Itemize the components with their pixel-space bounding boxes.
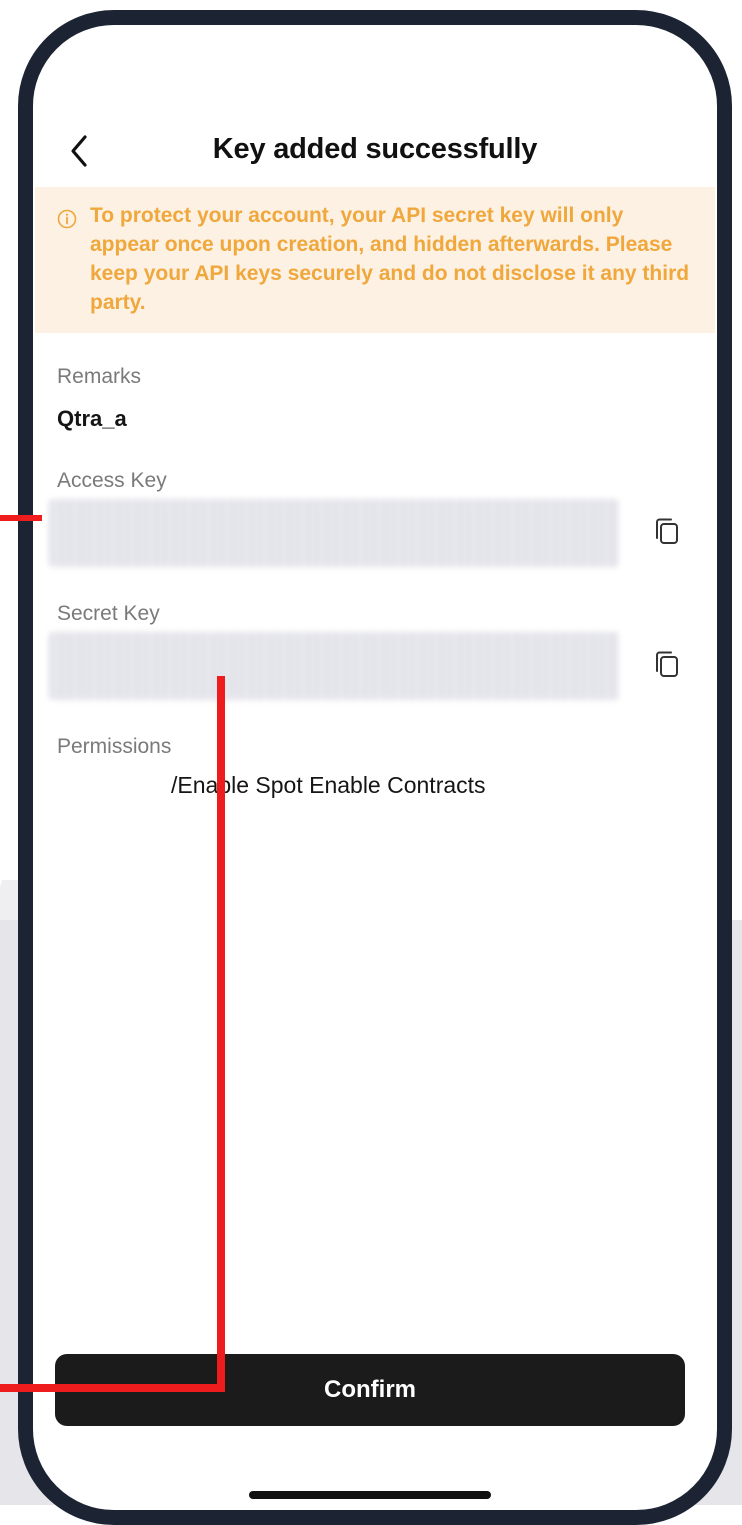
header: Key added successfully [33,121,717,181]
remarks-label: Remarks [57,365,142,388]
remarks-value: Qtra_a [57,406,127,431]
secret-key-value-redacted [49,632,619,700]
secret-key-label: Secret Key [57,602,160,625]
warning-notice: To protect your account, your API secret… [35,187,715,333]
permissions-label: Permissions [57,735,172,758]
copy-icon[interactable] [653,517,681,547]
notice-text: To protect your account, your API secret… [90,204,690,314]
annotation-line [217,676,225,1392]
app-screen: Key added successfully To protect your a… [33,25,717,1510]
page-title: Key added successfully [212,133,538,165]
copy-icon[interactable] [653,650,681,680]
phone-frame: Key added successfully To protect your a… [18,10,732,1525]
info-circle-icon [57,209,77,229]
annotation-line [0,515,42,521]
access-key-value-redacted [49,499,619,567]
annotation-line [0,1384,225,1392]
home-indicator[interactable] [249,1491,491,1499]
access-key-label: Access Key [57,469,167,492]
